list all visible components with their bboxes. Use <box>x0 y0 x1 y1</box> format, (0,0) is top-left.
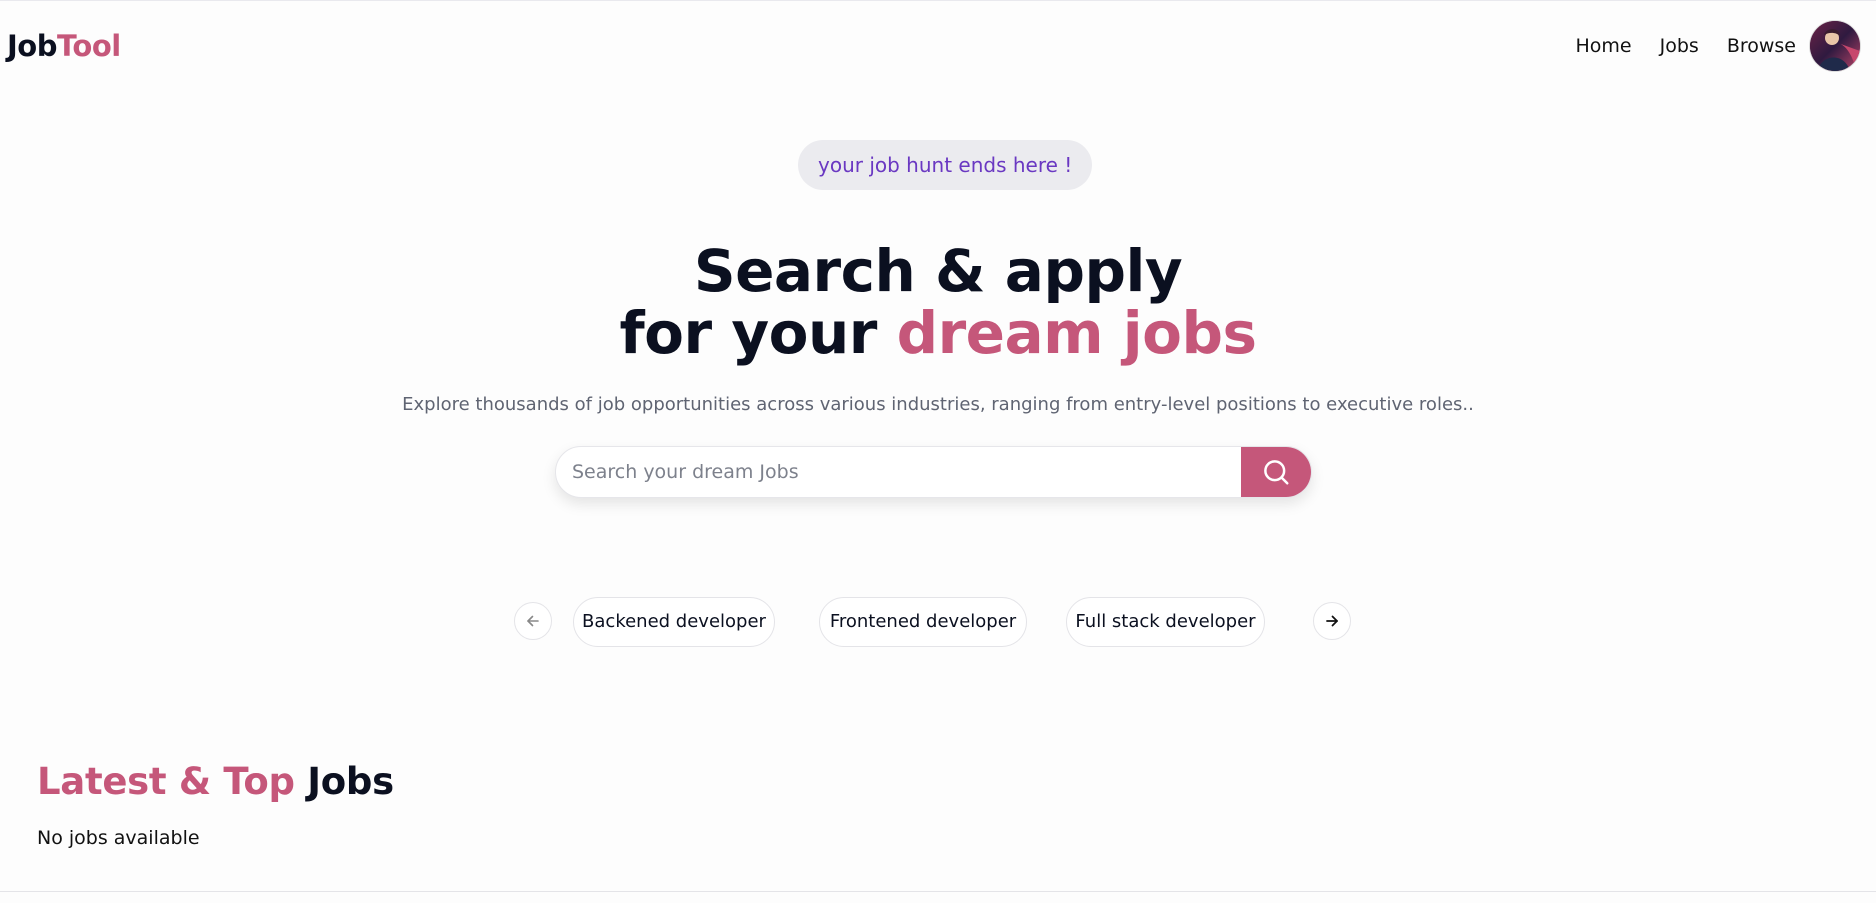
arrow-left-icon <box>527 615 539 627</box>
hero-title-line2-prefix: for your <box>619 299 897 367</box>
category-chip[interactable]: Full stack developer <box>1066 597 1265 647</box>
nav-link-home[interactable]: Home <box>1576 31 1632 61</box>
latest-jobs-title-dark: Jobs <box>307 760 394 803</box>
arrow-right-icon <box>1326 615 1338 627</box>
logo-text-accent: Tool <box>56 29 121 63</box>
search-button[interactable] <box>1241 447 1311 497</box>
avatar[interactable] <box>1810 21 1860 71</box>
hero-title-accent: dream jobs <box>896 299 1258 367</box>
tagline-badge: your job hunt ends here ! <box>798 140 1093 190</box>
empty-jobs-message: No jobs available <box>37 827 200 849</box>
navbar: JobTool Home Jobs Browse <box>0 0 1876 93</box>
nav-link-browse[interactable]: Browse <box>1727 31 1796 61</box>
latest-jobs-title: Latest & Top Jobs <box>37 758 394 806</box>
logo-text-primary: Job <box>7 29 57 63</box>
carousel-next-button[interactable] <box>1313 602 1351 640</box>
search-bar <box>555 446 1312 498</box>
hero-subtitle: Explore thousands of job opportunities a… <box>402 394 1474 415</box>
category-chip[interactable]: Backened developer <box>573 597 775 647</box>
user-avatar-icon <box>1810 21 1860 71</box>
search-icon <box>1264 460 1289 485</box>
logo[interactable]: JobTool <box>7 28 121 64</box>
carousel-prev-button[interactable] <box>514 602 552 640</box>
hero-title-line2: for your dream jobs <box>0 302 1876 364</box>
hero-title-line1: Search & apply <box>693 237 1183 305</box>
nav-links: Home Jobs Browse <box>1576 31 1796 61</box>
hero-title: Search & apply for your dream jobs <box>0 240 1876 364</box>
page: JobTool Home Jobs Browse your job hunt e… <box>0 0 1876 903</box>
latest-jobs-title-accent: Latest & Top <box>37 760 295 803</box>
category-chip[interactable]: Frontened developer <box>819 597 1027 647</box>
search-input[interactable] <box>556 447 1236 497</box>
nav-link-jobs[interactable]: Jobs <box>1660 31 1699 61</box>
divider <box>0 891 1876 892</box>
